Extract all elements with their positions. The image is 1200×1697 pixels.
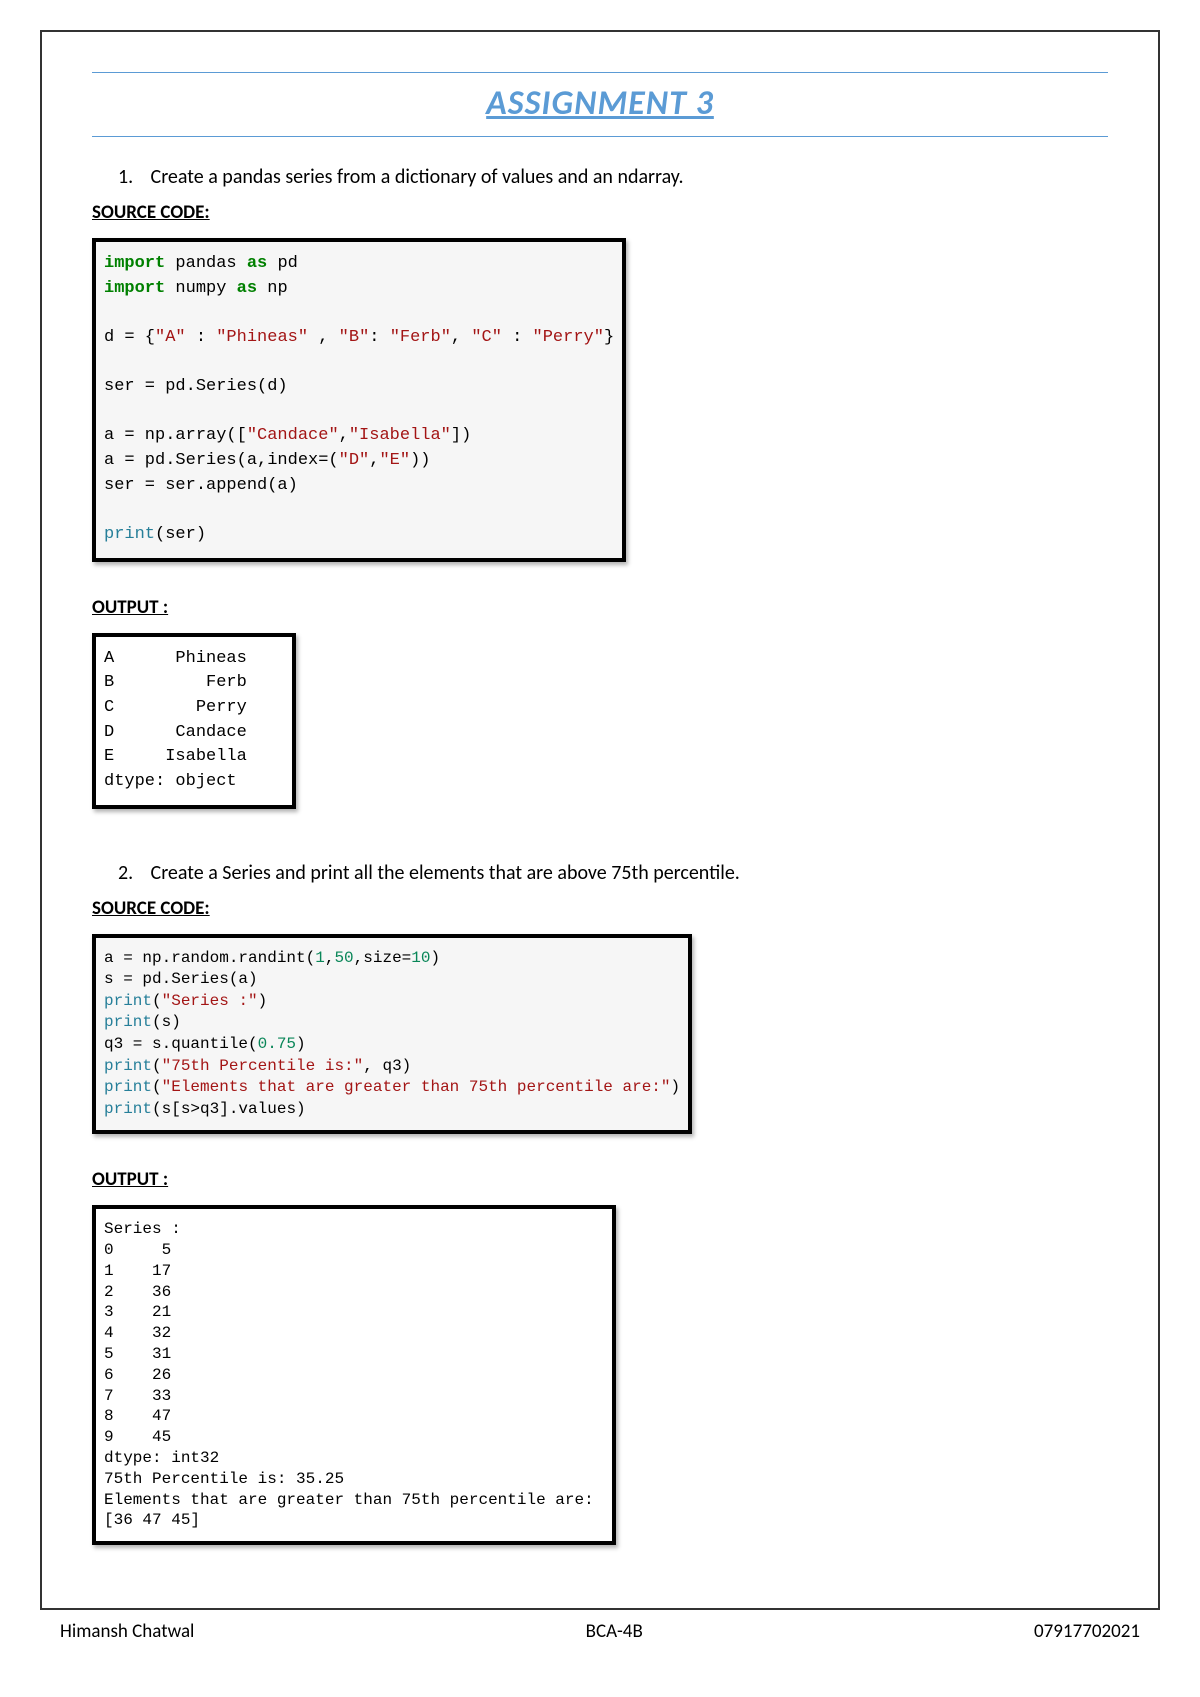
q2-source-code: a = np.random.randint(1,50,size=10) s = …: [92, 934, 692, 1135]
footer: Himansh Chatwal BCA-4B 07917702021: [60, 1620, 1140, 1653]
page-border: ASSIGNMENT 3 1. Create a pandas series f…: [40, 30, 1160, 1610]
footer-name: Himansh Chatwal: [60, 1620, 194, 1643]
q1-number: 1.: [118, 165, 146, 189]
q1-text: Create a pandas series from a dictionary…: [151, 165, 684, 189]
q2-number: 2.: [118, 861, 146, 885]
q2-output: Series : 0 5 1 17 2 36 3 21 4 32 5 31 6 …: [92, 1205, 616, 1545]
q2-source-code-label: SOURCE CODE:: [92, 897, 1108, 920]
q1-source-code-label: SOURCE CODE:: [92, 201, 1108, 224]
q2-output-label: OUTPUT :: [92, 1168, 1108, 1191]
page-title: ASSIGNMENT 3: [486, 83, 714, 124]
q2-text: Create a Series and print all the elemen…: [151, 861, 740, 885]
q1-output: A Phineas B Ferb C Perry D Candace E Isa…: [92, 633, 296, 809]
footer-class: BCA-4B: [586, 1620, 643, 1643]
q1-output-label: OUTPUT :: [92, 596, 1108, 619]
footer-roll: 07917702021: [1034, 1620, 1140, 1643]
question-2: 2. Create a Series and print all the ele…: [118, 861, 1108, 885]
question-1: 1. Create a pandas series from a diction…: [118, 165, 1108, 189]
title-rule-wrap: ASSIGNMENT 3: [92, 72, 1108, 137]
q1-source-code: import pandas as pd import numpy as np d…: [92, 238, 626, 562]
